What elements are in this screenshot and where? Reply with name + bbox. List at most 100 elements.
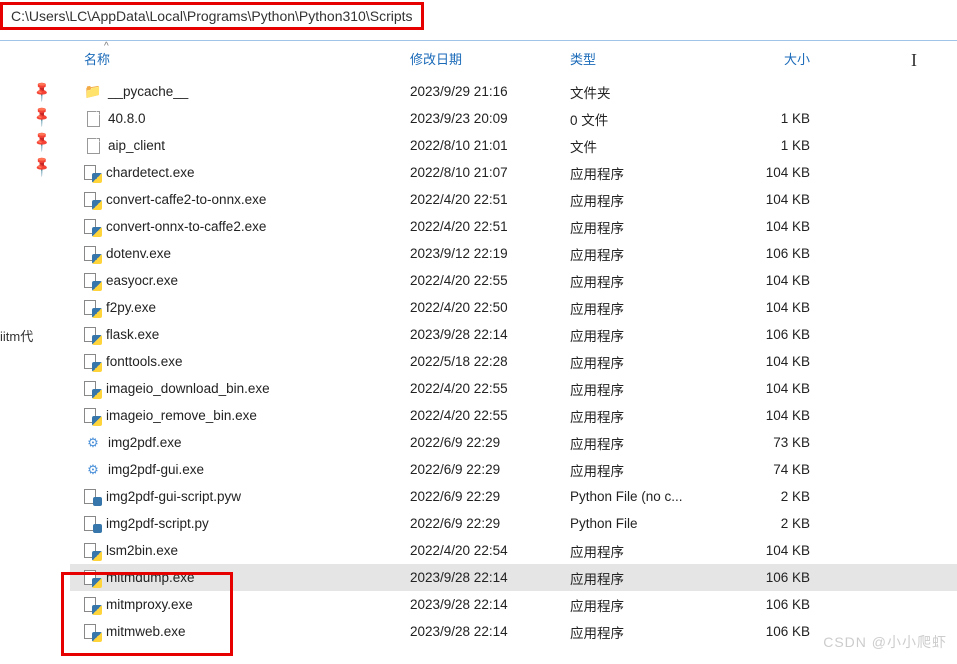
file-row[interactable]: 40.8.02023/9/23 20:090 文件1 KB [70, 105, 957, 132]
file-size: 1 KB [730, 138, 830, 153]
file-date: 2022/4/20 22:55 [410, 381, 570, 396]
file-type: Python File (no c... [570, 489, 730, 504]
file-row[interactable]: img2pdf-script.py2022/6/9 22:29Python Fi… [70, 510, 957, 537]
file-type: 应用程序 [570, 460, 730, 480]
file-date: 2022/6/9 22:29 [410, 489, 570, 504]
file-size: 106 KB [730, 570, 830, 585]
file-name: convert-caffe2-to-onnx.exe [106, 192, 266, 207]
file-size: 104 KB [730, 273, 830, 288]
file-type: 应用程序 [570, 595, 730, 615]
file-size: 104 KB [730, 381, 830, 396]
file-name: imageio_remove_bin.exe [106, 408, 257, 423]
file-date: 2022/6/9 22:29 [410, 435, 570, 450]
file-date: 2022/4/20 22:50 [410, 300, 570, 315]
column-header-row: ^ 名称 修改日期 类型 大小 [70, 41, 957, 78]
file-name: img2pdf-gui.exe [108, 462, 204, 477]
column-header-name[interactable]: ^ 名称 [70, 49, 410, 68]
file-size: 104 KB [730, 165, 830, 180]
python-file-icon [84, 516, 100, 532]
file-name: __pycache__ [108, 84, 188, 99]
exe-python-icon [84, 246, 100, 262]
file-row[interactable]: fonttools.exe2022/5/18 22:28应用程序104 KB [70, 348, 957, 375]
file-type: 应用程序 [570, 568, 730, 588]
file-size: 106 KB [730, 246, 830, 261]
file-row[interactable]: imageio_download_bin.exe2022/4/20 22:55应… [70, 375, 957, 402]
file-name: dotenv.exe [106, 246, 171, 261]
exe-python-icon [84, 192, 100, 208]
file-type: 应用程序 [570, 352, 730, 372]
file-date: 2022/4/20 22:55 [410, 273, 570, 288]
file-type: 文件 [570, 136, 730, 156]
blank-file-icon [84, 110, 102, 128]
file-date: 2023/9/28 22:14 [410, 327, 570, 342]
file-row[interactable]: 📁__pycache__2023/9/29 21:16文件夹 [70, 78, 957, 105]
exe-python-icon [84, 354, 100, 370]
column-header-date[interactable]: 修改日期 [410, 49, 570, 68]
file-size: 106 KB [730, 597, 830, 612]
file-name: flask.exe [106, 327, 159, 342]
watermark-text: CSDN @小小爬虾 [823, 632, 947, 652]
file-row[interactable]: chardetect.exe2022/8/10 21:07应用程序104 KB [70, 159, 957, 186]
exe-python-icon [84, 570, 100, 586]
file-name: mitmproxy.exe [106, 597, 193, 612]
file-row[interactable]: ⚙img2pdf.exe2022/6/9 22:29应用程序73 KB [70, 429, 957, 456]
file-row[interactable]: mitmproxy.exe 2023/9/28 22:14应用程序106 KB [70, 591, 957, 618]
file-type: 0 文件 [570, 109, 730, 129]
file-size: 104 KB [730, 543, 830, 558]
exe-python-icon [84, 597, 100, 613]
column-header-size[interactable]: 大小 [730, 49, 830, 68]
file-type: 应用程序 [570, 379, 730, 399]
file-type: 应用程序 [570, 217, 730, 237]
column-label: 名称 [84, 52, 110, 67]
file-row[interactable]: ⚙img2pdf-gui.exe2022/6/9 22:29应用程序74 KB [70, 456, 957, 483]
folder-icon: 📁 [84, 83, 102, 101]
pin-icon: 📌 [30, 147, 62, 179]
file-type: 应用程序 [570, 271, 730, 291]
address-bar[interactable]: C:\Users\LC\AppData\Local\Programs\Pytho… [0, 2, 424, 30]
exe-settings-icon: ⚙ [84, 461, 102, 479]
file-size: 74 KB [730, 462, 830, 477]
file-row[interactable]: imageio_remove_bin.exe2022/4/20 22:55应用程… [70, 402, 957, 429]
file-size: 2 KB [730, 516, 830, 531]
file-row[interactable]: aip_client2022/8/10 21:01文件1 KB [70, 132, 957, 159]
file-date: 2022/8/10 21:01 [410, 138, 570, 153]
exe-python-icon [84, 327, 100, 343]
file-row[interactable]: easyocr.exe2022/4/20 22:55应用程序104 KB [70, 267, 957, 294]
exe-python-icon [84, 165, 100, 181]
file-name: 40.8.0 [108, 111, 146, 126]
file-date: 2022/4/20 22:54 [410, 543, 570, 558]
exe-python-icon [84, 408, 100, 424]
file-size: 104 KB [730, 192, 830, 207]
file-date: 2022/6/9 22:29 [410, 516, 570, 531]
file-date: 2023/9/28 22:14 [410, 597, 570, 612]
blank-file-icon [84, 137, 102, 155]
file-date: 2023/9/29 21:16 [410, 84, 570, 99]
sort-indicator-icon: ^ [104, 41, 109, 52]
file-name: convert-onnx-to-caffe2.exe [106, 219, 266, 234]
file-row[interactable]: convert-onnx-to-caffe2.exe 2022/4/20 22:5… [70, 213, 957, 240]
column-header-type[interactable]: 类型 [570, 49, 730, 68]
exe-python-icon [84, 219, 100, 235]
file-date: 2023/9/28 22:14 [410, 570, 570, 585]
file-date: 2023/9/28 22:14 [410, 624, 570, 639]
file-date: 2022/8/10 21:07 [410, 165, 570, 180]
file-row[interactable]: lsm2bin.exe2022/4/20 22:54应用程序104 KB [70, 537, 957, 564]
file-row[interactable]: mitmdump.exe2023/9/28 22:14应用程序106 KB [70, 564, 957, 591]
file-list: ^ 名称 修改日期 类型 大小 📁 __pycache__ 2023/9/29 21… [60, 41, 957, 645]
exe-settings-icon: ⚙ [84, 434, 102, 452]
file-row[interactable]: f2py.exe2022/4/20 22:50应用程序104 KB [70, 294, 957, 321]
file-date: 2023/9/23 20:09 [410, 111, 570, 126]
file-date: 2022/4/20 22:51 [410, 192, 570, 207]
file-name: fonttools.exe [106, 354, 183, 369]
file-type: Python File [570, 516, 730, 531]
file-name: f2py.exe [106, 300, 156, 315]
file-row[interactable]: flask.exe2023/9/28 22:14应用程序106 KB [70, 321, 957, 348]
file-row[interactable]: dotenv.exe2023/9/12 22:19应用程序106 KB [70, 240, 957, 267]
text-cursor: I [911, 50, 917, 71]
file-size: 104 KB [730, 219, 830, 234]
file-date: 2022/4/20 22:51 [410, 219, 570, 234]
file-row[interactable]: convert-caffe2-to-onnx.exe 2022/4/20 22:5… [70, 186, 957, 213]
file-name: chardetect.exe [106, 165, 195, 180]
file-type: 应用程序 [570, 541, 730, 561]
file-row[interactable]: img2pdf-gui-script.pyw2022/6/9 22:29Pyth… [70, 483, 957, 510]
